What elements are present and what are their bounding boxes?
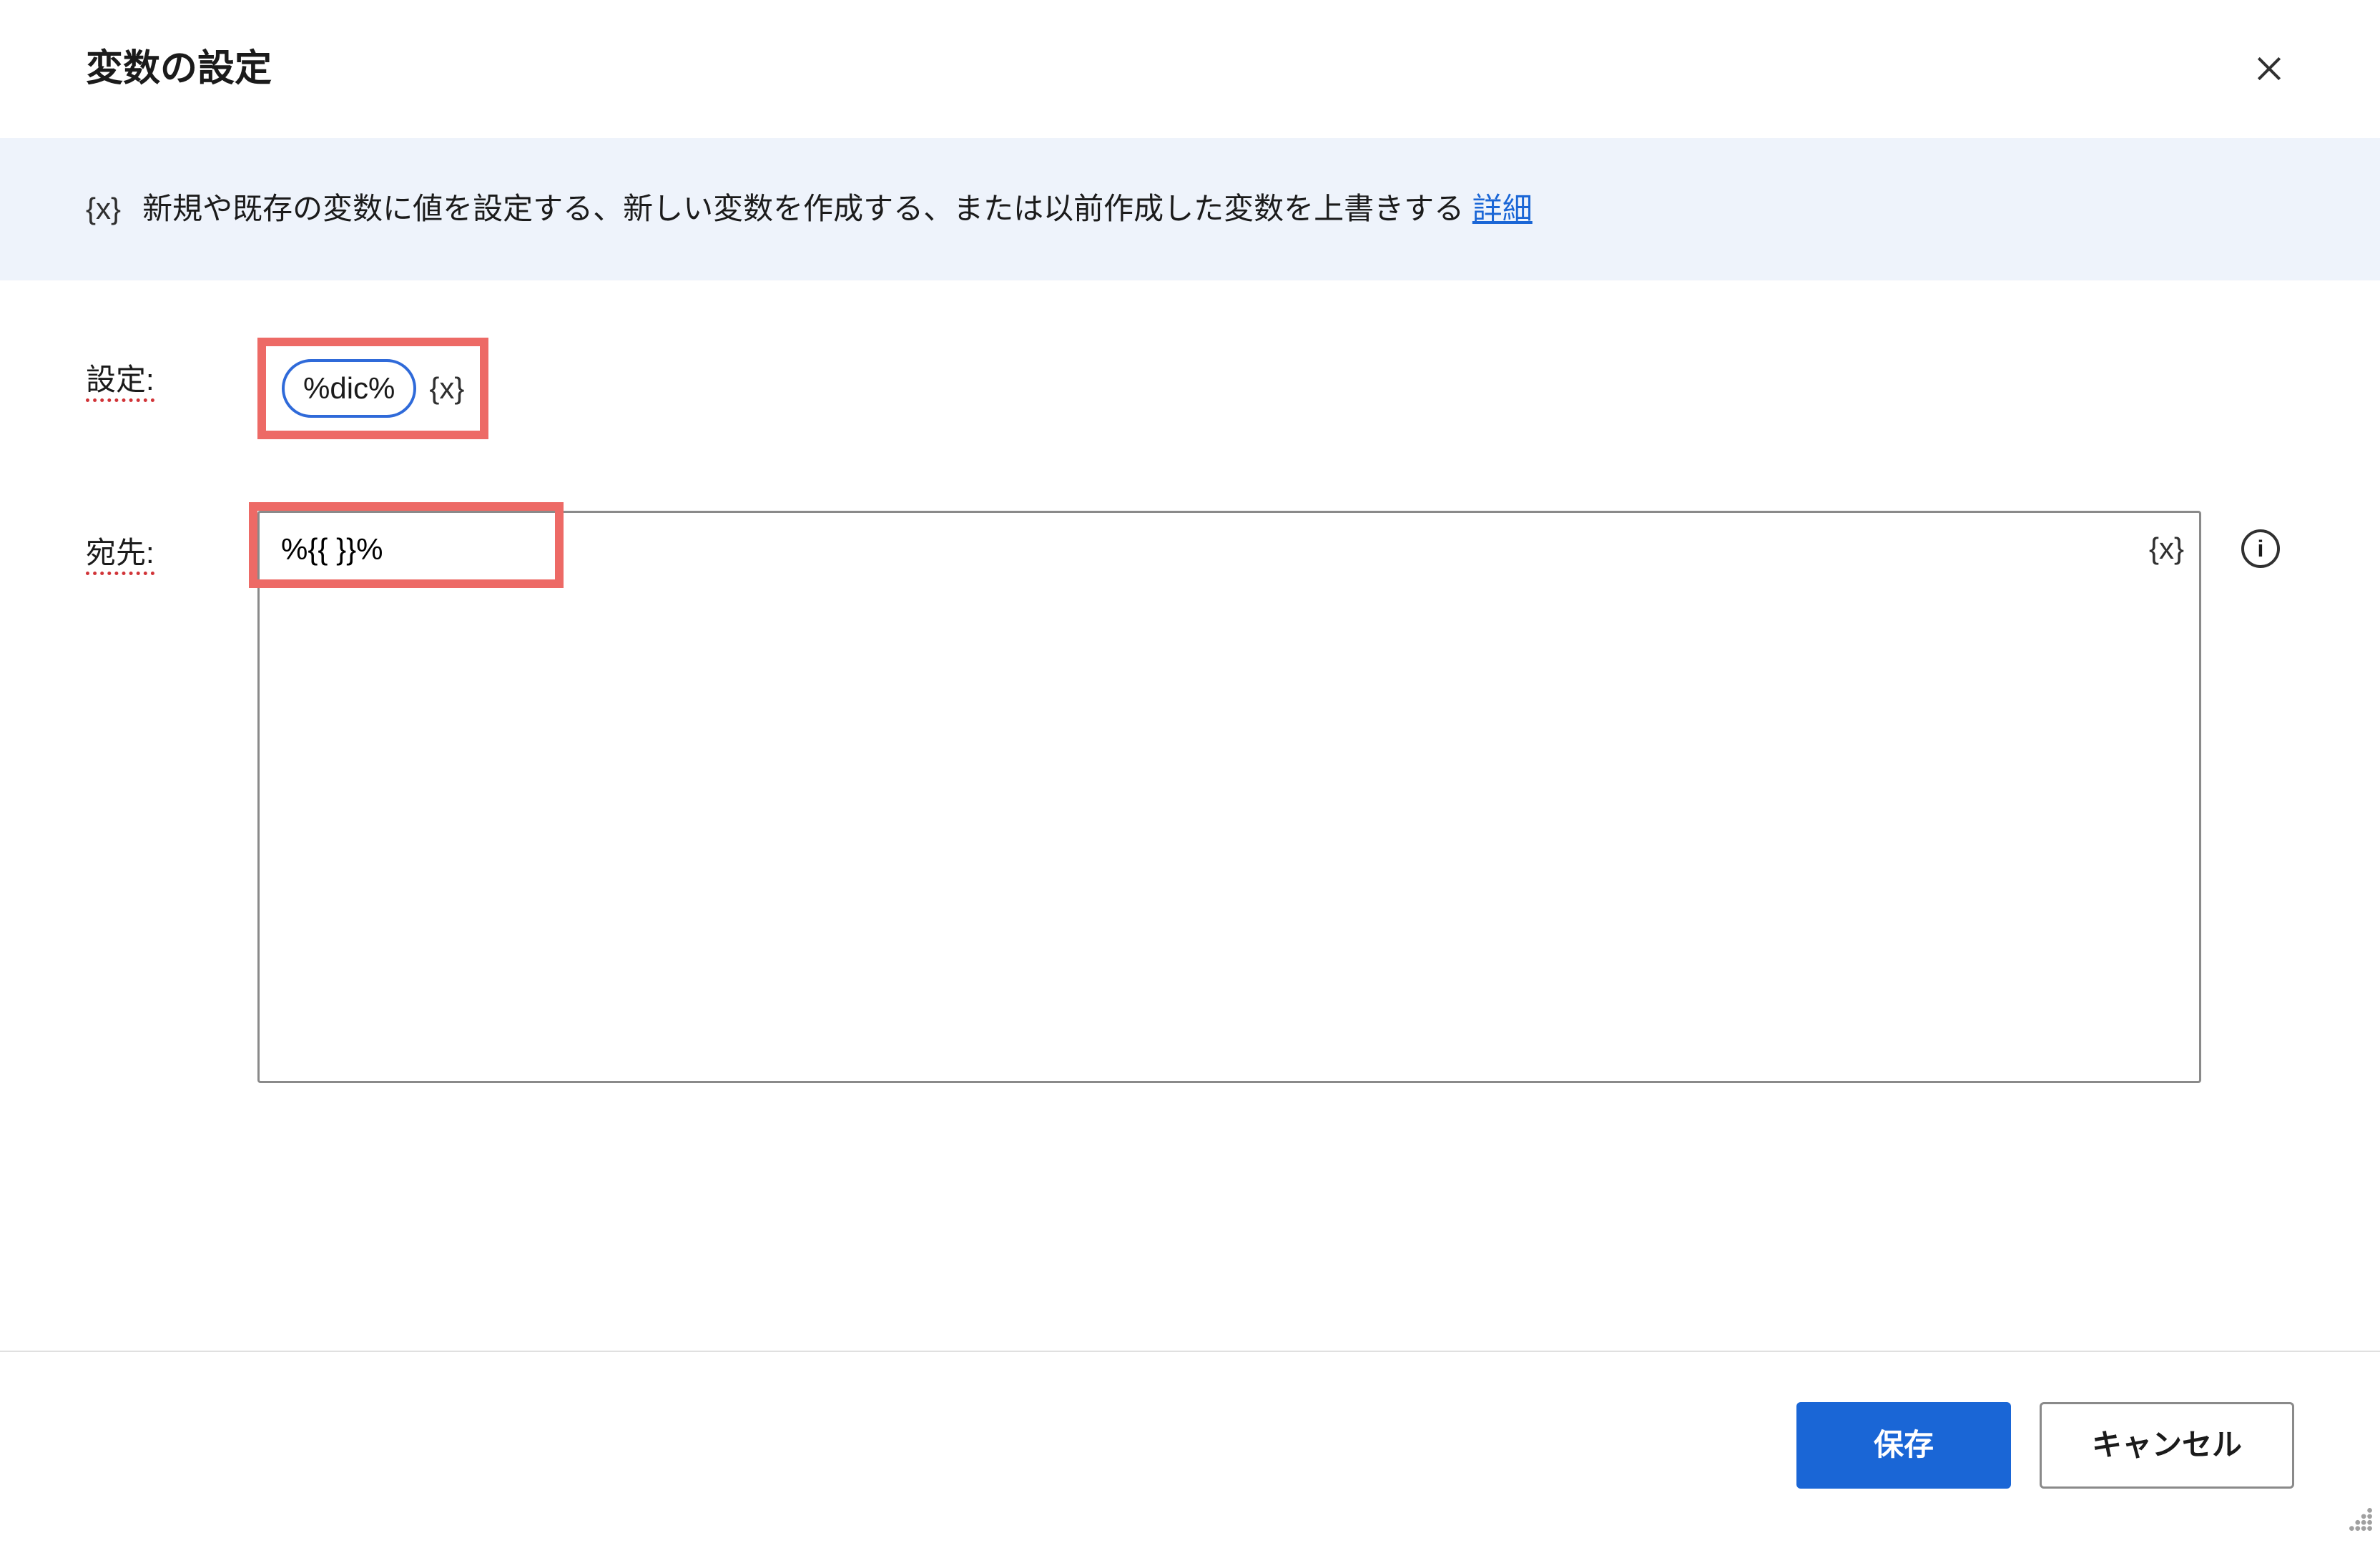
destination-textarea-wrap: {x} i	[257, 511, 2201, 1092]
setting-row: 設定: %dic% {x}	[86, 338, 2294, 440]
dialog-title: 変数の設定	[86, 43, 272, 95]
variable-settings-dialog: 変数の設定 {x} 新規や既存の変数に値を設定する、新しい変数を作成する、または…	[0, 0, 2380, 1539]
setting-label: 設定:	[86, 338, 257, 401]
destination-value: {x} i	[257, 511, 2294, 1092]
setting-label-text: 設定:	[86, 363, 154, 402]
banner-description-text: 新規や既存の変数に値を設定する、新しい変数を作成する、または以前作成した変数を上…	[142, 192, 1472, 225]
banner-description: 新規や既存の変数に値を設定する、新しい変数を作成する、または以前作成した変数を上…	[142, 188, 1533, 230]
save-button[interactable]: 保存	[1796, 1402, 2011, 1489]
setting-value: %dic% {x}	[257, 338, 2294, 440]
info-banner: {x} 新規や既存の変数に値を設定する、新しい変数を作成する、または以前作成した…	[0, 138, 2380, 280]
insert-variable-icon[interactable]: {x}	[429, 368, 464, 410]
close-button[interactable]	[2244, 44, 2294, 94]
details-link[interactable]: 詳細	[1472, 192, 1533, 225]
close-icon	[2253, 53, 2285, 84]
dialog-footer: 保存 キャンセル	[0, 1351, 2380, 1539]
form-area: 設定: %dic% {x} 宛先: {x} i	[0, 280, 2380, 1351]
destination-row: 宛先: {x} i	[86, 511, 2294, 1092]
cancel-button[interactable]: キャンセル	[2040, 1402, 2294, 1489]
variable-chip-dic[interactable]: %dic%	[282, 359, 416, 418]
insert-variable-icon[interactable]: {x}	[2149, 528, 2184, 570]
info-icon[interactable]: i	[2241, 529, 2280, 568]
destination-textarea[interactable]	[257, 511, 2201, 1083]
variable-braces-icon: {x}	[86, 188, 121, 230]
setting-highlight-box: %dic% {x}	[257, 338, 488, 440]
destination-label: 宛先:	[86, 511, 257, 574]
destination-label-text: 宛先:	[86, 536, 154, 575]
dialog-header: 変数の設定	[0, 0, 2380, 138]
textarea-side-icons: i	[2241, 525, 2280, 568]
